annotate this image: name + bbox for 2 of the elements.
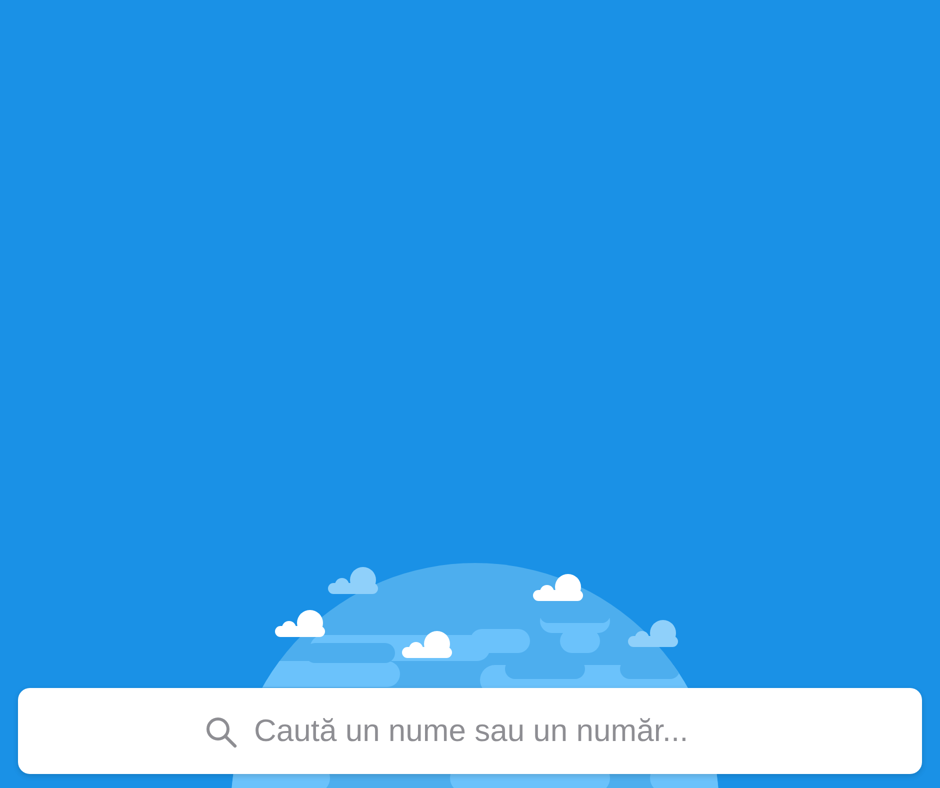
search-field[interactable]: Caută un nume sau un număr... bbox=[18, 688, 922, 774]
search-icon bbox=[204, 715, 238, 749]
